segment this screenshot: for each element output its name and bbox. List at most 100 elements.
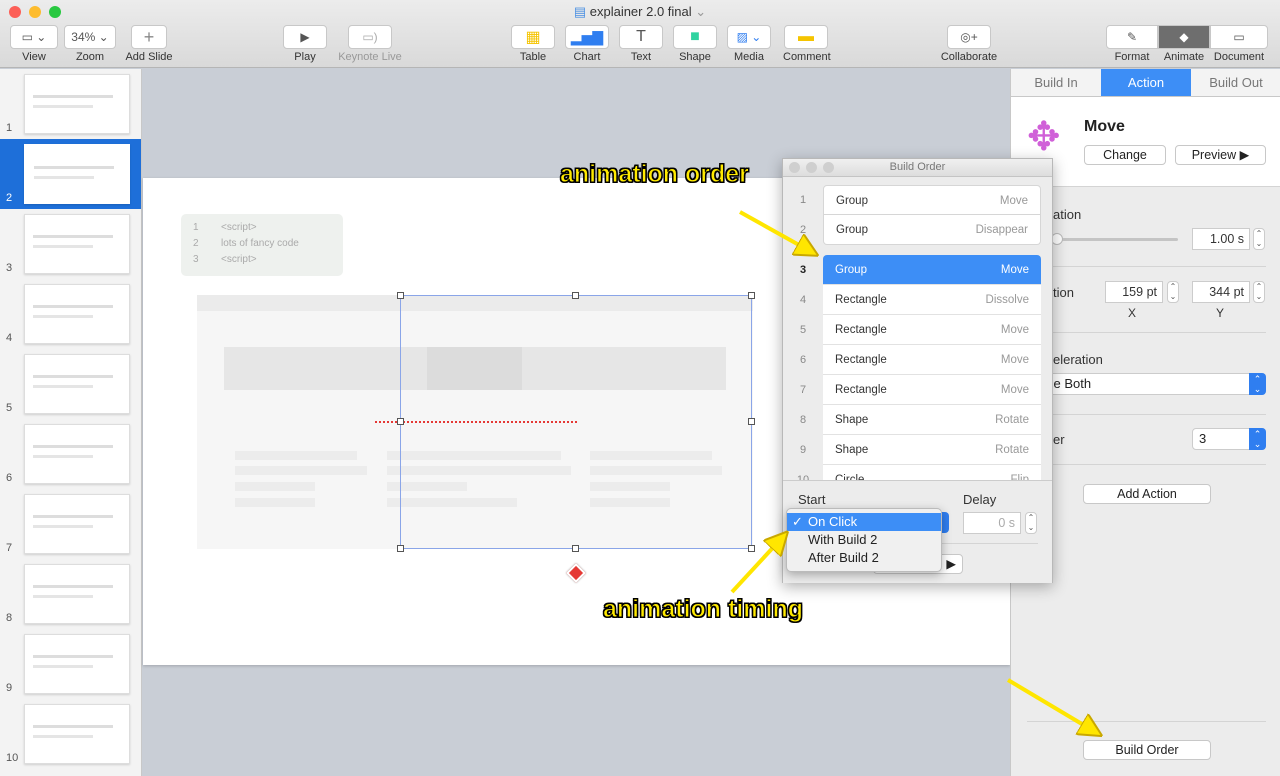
play-icon: ▶ xyxy=(946,557,956,571)
add-action-button[interactable]: Add Action xyxy=(1083,484,1211,504)
build-object: Rectangle xyxy=(835,324,887,336)
annotation-animation-timing: animation timing xyxy=(603,595,804,624)
build-item[interactable]: Group Disappear xyxy=(823,215,1041,245)
slide-thumbnail[interactable] xyxy=(24,494,130,554)
slide-thumbnail[interactable] xyxy=(24,284,130,344)
text-line xyxy=(235,451,357,460)
resize-handle[interactable] xyxy=(748,545,755,552)
slide-thumbnail[interactable] xyxy=(24,704,130,764)
menu-item-after-build-2[interactable]: After Build 2 xyxy=(787,549,941,567)
menu-item-on-click[interactable]: ✓ On Click xyxy=(787,513,941,531)
menu-item-with-build-2[interactable]: With Build 2 xyxy=(787,531,941,549)
build-item[interactable]: Rectangle Dissolve xyxy=(823,285,1041,315)
slide-thumbnail[interactable] xyxy=(24,634,130,694)
text-button[interactable]: T Text xyxy=(619,25,663,63)
change-button[interactable]: Change xyxy=(1084,145,1166,165)
build-item[interactable]: Shape Rotate xyxy=(823,405,1041,435)
keynote-live-button[interactable]: ▭) Keynote Live xyxy=(336,25,404,63)
resize-handle[interactable] xyxy=(397,418,404,425)
tab-build-out[interactable]: Build Out xyxy=(1191,69,1280,97)
move-arrows-icon: ✥ xyxy=(1027,115,1061,159)
build-item[interactable]: Rectangle Move xyxy=(823,315,1041,345)
build-item[interactable]: Shape Rotate xyxy=(823,435,1041,465)
start-dropdown-menu[interactable]: ✓ On Click With Build 2 After Build 2 xyxy=(786,508,942,572)
resize-handle[interactable] xyxy=(572,292,579,299)
slide-number: 1 xyxy=(6,122,13,134)
resize-handle[interactable] xyxy=(397,545,404,552)
animate-label: Animate xyxy=(1163,51,1205,63)
text-line xyxy=(235,498,315,507)
media-button[interactable]: ▨ ⌄ Media xyxy=(727,25,771,63)
y-field[interactable]: 344 pt xyxy=(1192,281,1250,303)
text-label: Text xyxy=(630,51,652,63)
build-effect: Move xyxy=(1000,384,1029,396)
play-button[interactable]: ▶ Play xyxy=(283,25,327,63)
slide-number: 6 xyxy=(6,472,13,484)
build-number: 9 xyxy=(799,444,807,456)
slide-navigator[interactable]: 1 2 3 4 5 6 7 8 9 10 xyxy=(0,69,142,776)
delay-field[interactable]: 0 s xyxy=(963,512,1021,534)
view-button[interactable]: ▭ ⌄ View xyxy=(10,25,58,63)
slide-number: 4 xyxy=(6,332,13,344)
duration-field[interactable]: 1.00 s xyxy=(1192,228,1250,250)
build-item[interactable]: Rectangle Move xyxy=(823,375,1041,405)
resize-handle[interactable] xyxy=(748,292,755,299)
updown-icon: ⌃ ⌄ xyxy=(1249,373,1266,395)
table-icon: ▦ xyxy=(511,25,555,49)
resize-handle[interactable] xyxy=(397,292,404,299)
x-field[interactable]: 159 pt xyxy=(1105,281,1163,303)
delay-stepper[interactable]: ⌃ ⌄ xyxy=(1025,512,1037,534)
slide-thumbnail[interactable] xyxy=(24,424,130,484)
resize-handle[interactable] xyxy=(748,418,755,425)
code-block[interactable]: 1 <script> 2 lots of fancy code 3 <script> xyxy=(181,214,343,276)
x-label: X xyxy=(1128,306,1137,320)
x-stepper[interactable]: ⌃ ⌄ xyxy=(1167,281,1179,303)
build-item[interactable]: Rectangle Move xyxy=(823,345,1041,375)
animate-button[interactable]: ◆ Animate xyxy=(1158,25,1210,63)
tab-action[interactable]: Action xyxy=(1101,69,1191,97)
chart-button[interactable]: ▂▅▇ Chart xyxy=(565,25,609,63)
format-button[interactable]: ✎ Format xyxy=(1106,25,1158,63)
add-action-marker-icon[interactable] xyxy=(566,563,586,583)
y-stepper[interactable]: ⌃ ⌄ xyxy=(1253,281,1265,303)
keynote-live-icon: ▭) xyxy=(348,25,392,49)
tab-build-in[interactable]: Build In xyxy=(1011,69,1101,97)
acceleration-popup[interactable]: se Both ⌃ ⌄ xyxy=(1041,373,1266,395)
build-effect: Move xyxy=(1000,354,1029,366)
table-button[interactable]: ▦ Table xyxy=(511,25,555,63)
motion-path[interactable] xyxy=(375,421,577,423)
slide-number: 7 xyxy=(6,542,13,554)
build-order-title: Build Order xyxy=(889,161,946,173)
comment-button[interactable]: ▬ Comment xyxy=(783,25,831,63)
acceleration-value: se Both xyxy=(1047,376,1092,391)
build-order-button[interactable]: Build Order xyxy=(1083,740,1211,760)
duration-stepper[interactable]: ⌃ ⌄ xyxy=(1253,228,1265,250)
build-object: Shape xyxy=(835,444,869,456)
slide-thumbnail[interactable] xyxy=(24,564,130,624)
build-item[interactable]: Group Move xyxy=(823,185,1041,215)
collaborate-button[interactable]: ◎+ Collaborate xyxy=(938,25,1000,63)
document-button[interactable]: ▭ Document xyxy=(1210,25,1268,63)
code-line: lots of fancy code xyxy=(221,238,299,249)
preview-button[interactable]: Preview ▶ xyxy=(1175,145,1266,165)
build-item[interactable]: Group Move xyxy=(823,255,1041,285)
build-object: Group xyxy=(835,264,867,276)
slide-number: 5 xyxy=(6,402,13,414)
add-slide-button[interactable]: + Add Slide xyxy=(124,25,174,63)
text-line xyxy=(235,482,315,491)
slide-thumbnail[interactable] xyxy=(24,354,130,414)
window-title: ▤ explainer 2.0 final ⌄ xyxy=(573,4,707,19)
zoom-label: Zoom xyxy=(75,51,105,63)
slide-thumbnail[interactable] xyxy=(24,144,130,204)
shape-button[interactable]: ■ Shape xyxy=(673,25,717,63)
build-list[interactable]: 1 Group Move 2 Group Disappear 3 Group Mov… xyxy=(783,178,1052,480)
menu-item-label: After Build 2 xyxy=(808,550,879,565)
zoom-value: 34% xyxy=(71,30,96,44)
resize-handle[interactable] xyxy=(572,545,579,552)
slide-thumbnail[interactable] xyxy=(24,74,130,134)
build-item[interactable]: Circle Flip xyxy=(823,465,1041,480)
duration-slider[interactable] xyxy=(1053,238,1178,241)
zoom-button[interactable]: 34% ⌄ Zoom xyxy=(64,25,116,63)
order-popup[interactable]: 3 ⌃ ⌄ xyxy=(1192,428,1266,450)
slide-thumbnail[interactable] xyxy=(24,214,130,274)
